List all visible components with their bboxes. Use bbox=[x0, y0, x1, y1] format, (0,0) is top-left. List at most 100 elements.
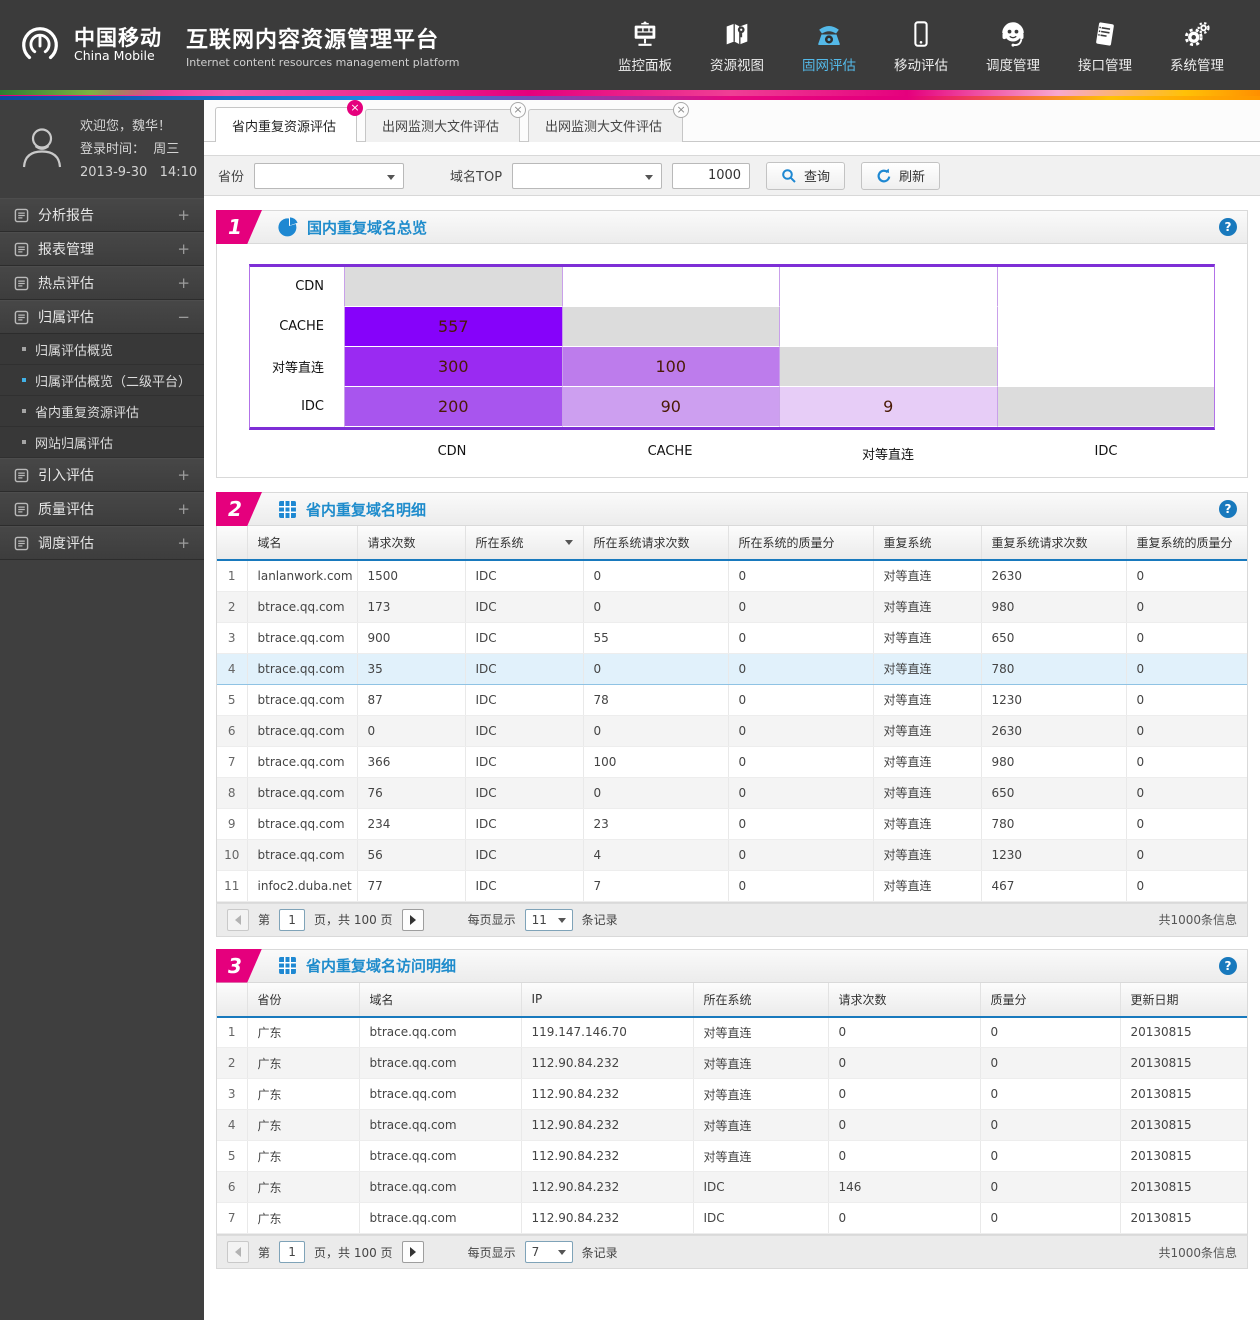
row-index: 3 bbox=[217, 622, 247, 653]
table-cell: 650 bbox=[981, 622, 1126, 653]
table3-body: 1广东btrace.qq.com119.147.146.70对等直连002013… bbox=[217, 1017, 1247, 1234]
submenu-item-1[interactable]: 归属评估概览（二级平台） bbox=[0, 365, 204, 396]
table-cell: btrace.qq.com bbox=[247, 653, 357, 684]
table-cell: 0 bbox=[583, 653, 728, 684]
prev-page-button[interactable] bbox=[227, 1241, 249, 1263]
page-prefix: 第 bbox=[258, 1244, 270, 1261]
sidebar-item-3[interactable]: 归属评估− bbox=[0, 300, 204, 334]
section2-header: 2 省内重复域名明细 ? bbox=[216, 492, 1248, 526]
page-number-input[interactable]: 1 bbox=[279, 909, 305, 931]
nav-label: 固网评估 bbox=[802, 54, 856, 74]
sidebar-item-5[interactable]: 质量评估+ bbox=[0, 492, 204, 526]
tab-0[interactable]: 省内重复资源评估× bbox=[215, 107, 357, 142]
table-row[interactable]: 2广东btrace.qq.com112.90.84.232对等直连0020130… bbox=[217, 1048, 1247, 1079]
bullet-icon bbox=[22, 378, 26, 382]
matrix-cell bbox=[997, 347, 1215, 387]
table-cell: 76 bbox=[357, 777, 465, 808]
domain-top-select[interactable] bbox=[512, 163, 662, 189]
table-cell: 119.147.146.70 bbox=[521, 1017, 693, 1048]
top-nav: 监控面板资源视图固网评估 移动评估调度管理接口管理系统管理 bbox=[618, 17, 1224, 74]
table-cell: IDC bbox=[465, 870, 583, 901]
section3-title: 省内重复域名访问明细 bbox=[306, 955, 456, 976]
table-cell: 0 bbox=[828, 1141, 980, 1172]
close-icon[interactable]: × bbox=[347, 100, 363, 116]
help-icon[interactable]: ? bbox=[1219, 957, 1237, 975]
table-row[interactable]: 7btrace.qq.com366IDC1000对等直连9800 bbox=[217, 746, 1247, 777]
section-number-badge: 1 bbox=[216, 210, 262, 244]
table-row[interactable]: 2btrace.qq.com173IDC00对等直连9800 bbox=[217, 591, 1247, 622]
tab-1[interactable]: 出网监测大文件评估× bbox=[365, 109, 520, 142]
table-row[interactable]: 10btrace.qq.com56IDC40对等直连12300 bbox=[217, 839, 1247, 870]
table-cell: IDC bbox=[693, 1172, 828, 1203]
table-row[interactable]: 3广东btrace.qq.com112.90.84.232对等直连0020130… bbox=[217, 1079, 1247, 1110]
sidebar-item-1[interactable]: 报表管理+ bbox=[0, 232, 204, 266]
submenu-item-3[interactable]: 网站归属评估 bbox=[0, 427, 204, 458]
matrix-axis: CDNCACHE对等直连IDC bbox=[249, 444, 1215, 463]
sidebar-item-6[interactable]: 调度评估+ bbox=[0, 526, 204, 560]
phone-icon bbox=[814, 17, 844, 49]
matrix-cell: 90 bbox=[562, 387, 780, 427]
table-row[interactable]: 4btrace.qq.com35IDC00对等直连7800 bbox=[217, 653, 1247, 684]
province-select[interactable] bbox=[254, 163, 404, 189]
table-cell: 980 bbox=[981, 591, 1126, 622]
row-index: 8 bbox=[217, 777, 247, 808]
table-row[interactable]: 6btrace.qq.com0IDC00对等直连26300 bbox=[217, 715, 1247, 746]
tab-2[interactable]: 出网监测大文件评估× bbox=[528, 109, 683, 142]
query-button[interactable]: 查询 bbox=[766, 162, 845, 190]
per-page-select[interactable]: 11 bbox=[525, 909, 573, 931]
nav-item-3[interactable]: 移动评估 bbox=[894, 17, 948, 74]
table-row[interactable]: 7广东btrace.qq.com112.90.84.232IDC00201308… bbox=[217, 1203, 1247, 1234]
expand-icon: + bbox=[177, 466, 190, 484]
table-row[interactable]: 1广东btrace.qq.com119.147.146.70对等直连002013… bbox=[217, 1017, 1247, 1048]
table-cell: 20130815 bbox=[1120, 1203, 1247, 1234]
submenu-item-2[interactable]: 省内重复资源评估 bbox=[0, 396, 204, 427]
column-header-index bbox=[217, 526, 247, 560]
row-index: 1 bbox=[217, 1017, 247, 1048]
refresh-button[interactable]: 刷新 bbox=[861, 162, 940, 190]
top-count-input[interactable] bbox=[672, 163, 750, 189]
nav-item-2[interactable]: 固网评估 bbox=[802, 17, 856, 74]
table-row[interactable]: 5广东btrace.qq.com112.90.84.232对等直连0020130… bbox=[217, 1141, 1247, 1172]
help-icon[interactable]: ? bbox=[1219, 500, 1237, 518]
total-records: 共1000条信息 bbox=[1158, 1244, 1237, 1261]
column-header: IP bbox=[521, 983, 693, 1017]
per-page-value: 7 bbox=[532, 1245, 540, 1259]
table-row[interactable]: 11infoc2.duba.net77IDC70对等直连4670 bbox=[217, 870, 1247, 901]
page-number-input[interactable]: 1 bbox=[279, 1241, 305, 1263]
nav-item-1[interactable]: 资源视图 bbox=[710, 17, 764, 74]
table-row[interactable]: 4广东btrace.qq.com112.90.84.232对等直连0020130… bbox=[217, 1110, 1247, 1141]
help-icon[interactable]: ? bbox=[1219, 218, 1237, 236]
next-page-button[interactable] bbox=[402, 1241, 424, 1263]
table-cell: IDC bbox=[465, 839, 583, 870]
submenu-item-0[interactable]: 归属评估概览 bbox=[0, 334, 204, 365]
sidebar-item-0[interactable]: 分析报告+ bbox=[0, 198, 204, 232]
table-row[interactable]: 6广东btrace.qq.com112.90.84.232IDC14602013… bbox=[217, 1172, 1247, 1203]
sidebar-item-2[interactable]: 热点评估+ bbox=[0, 266, 204, 300]
prev-page-button[interactable] bbox=[227, 909, 249, 931]
next-page-button[interactable] bbox=[402, 909, 424, 931]
menu-label: 引入评估 bbox=[38, 465, 177, 485]
nav-item-6[interactable]: 系统管理 bbox=[1170, 17, 1224, 74]
per-page-select[interactable]: 7 bbox=[525, 1241, 573, 1263]
submenu-label: 归属评估概览 bbox=[35, 340, 113, 359]
table-row[interactable]: 9btrace.qq.com234IDC230对等直连7800 bbox=[217, 808, 1247, 839]
nav-item-5[interactable]: 接口管理 bbox=[1078, 17, 1132, 74]
duplicate-domain-matrix-chart: CDNCACHE557对等直连300100IDC200909 CDNCACHE对… bbox=[217, 244, 1247, 477]
nav-item-4[interactable]: 调度管理 bbox=[986, 17, 1040, 74]
table-row[interactable]: 1lanlanwork.com1500IDC00对等直连26300 bbox=[217, 560, 1247, 591]
close-icon[interactable]: × bbox=[510, 102, 526, 118]
table-cell: 对等直连 bbox=[873, 684, 981, 715]
matrix-col-label: CDN bbox=[343, 444, 561, 463]
column-label: 更新日期 bbox=[1131, 993, 1179, 1007]
table-cell: 7 bbox=[583, 870, 728, 901]
sort-caret-icon[interactable] bbox=[565, 540, 573, 545]
expand-icon: + bbox=[177, 500, 190, 518]
close-icon[interactable]: × bbox=[673, 102, 689, 118]
table-row[interactable]: 5btrace.qq.com87IDC780对等直连12300 bbox=[217, 684, 1247, 715]
menu-label: 调度评估 bbox=[38, 533, 177, 553]
table-cell: 1230 bbox=[981, 839, 1126, 870]
table-row[interactable]: 8btrace.qq.com76IDC00对等直连6500 bbox=[217, 777, 1247, 808]
sidebar-item-4[interactable]: 引入评估+ bbox=[0, 458, 204, 492]
table-row[interactable]: 3btrace.qq.com900IDC550对等直连6500 bbox=[217, 622, 1247, 653]
nav-item-0[interactable]: 监控面板 bbox=[618, 17, 672, 74]
